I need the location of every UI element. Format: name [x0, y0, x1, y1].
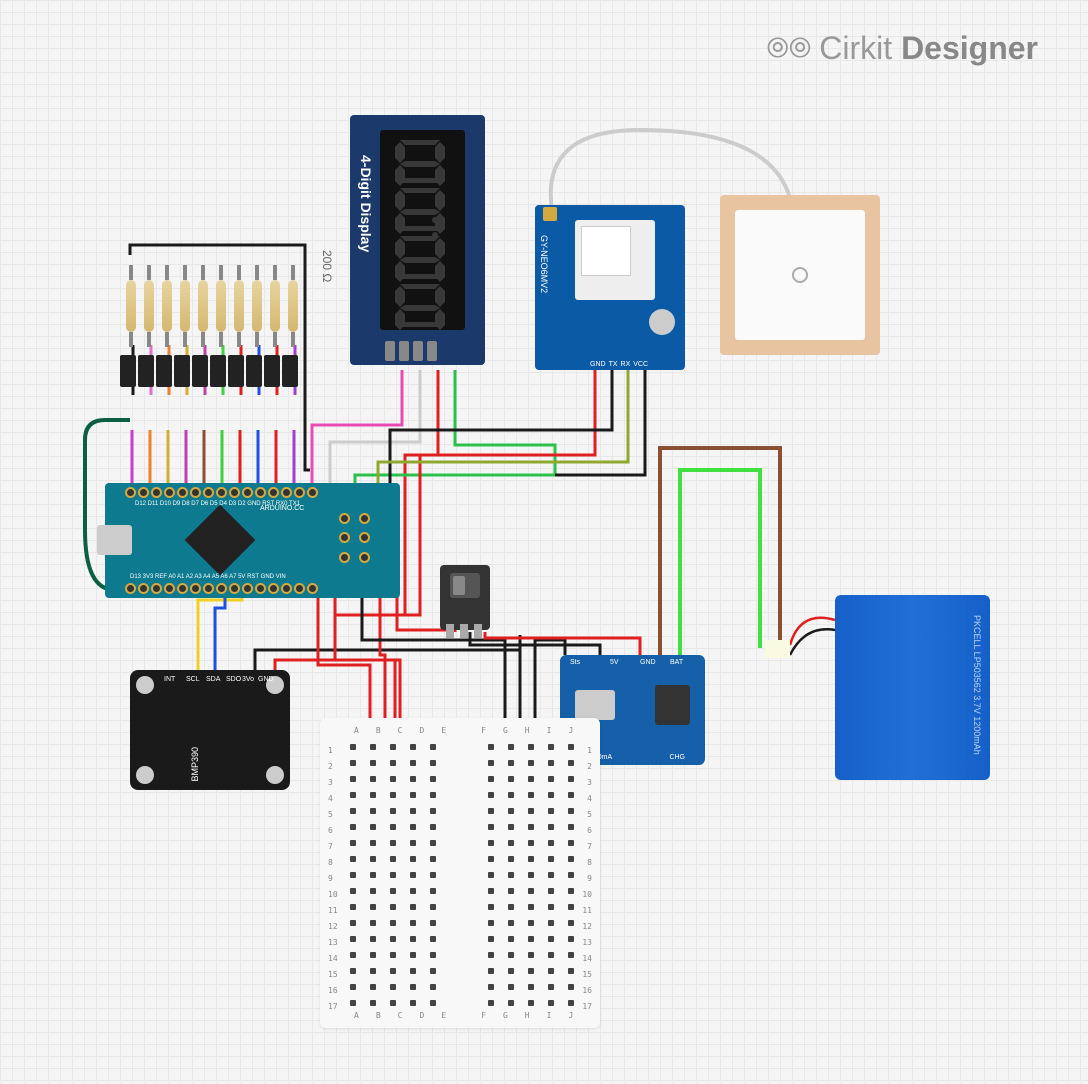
display-pins — [385, 341, 437, 361]
antenna-patch — [735, 210, 865, 340]
nano-pin-label-bottom: D13 3V3 REF A0 A1 A2 A3 A4 A5 A6 A7 5V R… — [130, 574, 286, 580]
bmp-name: BMP390 — [190, 747, 200, 782]
component-arduino-nano[interactable]: ARDUINO.CC D12 D11 D10 D9 D8 D7 D6 D5 D4… — [105, 483, 400, 598]
component-bmp390[interactable]: INT SCL SDA SDO 3Vo GND BMP390 — [130, 670, 290, 790]
gps-pins: GND TX RX VCC — [590, 361, 648, 368]
pin-header — [120, 355, 298, 387]
component-switch[interactable] — [440, 565, 490, 630]
nano-pins-bottom — [125, 583, 318, 594]
charger-usb-port — [575, 690, 615, 720]
component-breadboard[interactable]: ABCDE FGHIJ ABCDE FGHIJ 1234567891011121… — [320, 718, 600, 1028]
component-battery[interactable]: PKCELL LP503562 3.7V 1200mAh — [835, 595, 990, 780]
display-screen — [380, 130, 465, 330]
component-resistor-array[interactable]: 200 Ω — [120, 245, 320, 415]
switch-slider — [450, 573, 480, 598]
battery-connector — [765, 640, 790, 658]
resistor-value-label: 200 Ω — [320, 250, 334, 282]
component-gps[interactable]: GY-NEO6MV2 GND TX RX VCC — [535, 205, 685, 370]
breadboard-cols-top: ABCDE FGHIJ — [354, 726, 573, 735]
gps-label: GY-NEO6MV2 — [539, 235, 549, 293]
switch-knob — [453, 576, 465, 595]
antenna-feed-icon — [792, 267, 808, 283]
breadboard-holes — [350, 744, 580, 1015]
nano-usb-port — [97, 525, 132, 555]
component-display[interactable]: 4-Digit Display — [350, 115, 485, 365]
gps-chip — [575, 220, 655, 300]
resistors — [126, 280, 298, 332]
gps-backup-battery — [649, 309, 675, 335]
switch-pins — [446, 624, 482, 638]
battery-label: PKCELL LP503562 3.7V 1200mAh — [972, 615, 982, 755]
nano-pins-top — [125, 487, 318, 498]
component-antenna[interactable] — [720, 195, 880, 355]
gps-antenna-connector — [543, 207, 557, 221]
nano-icsp — [339, 513, 375, 568]
charger-jst-port — [655, 685, 690, 725]
nano-mcu-chip — [185, 505, 256, 576]
display-label: 4-Digit Display — [358, 155, 374, 252]
breadboard-rows-right: 1234567891011121314151617 — [582, 746, 592, 1011]
nano-pin-label: D12 D11 D10 D9 D8 D7 D6 D5 D4 D3 D2 GND … — [135, 501, 300, 507]
breadboard-rows-left: 1234567891011121314151617 — [328, 746, 338, 1011]
